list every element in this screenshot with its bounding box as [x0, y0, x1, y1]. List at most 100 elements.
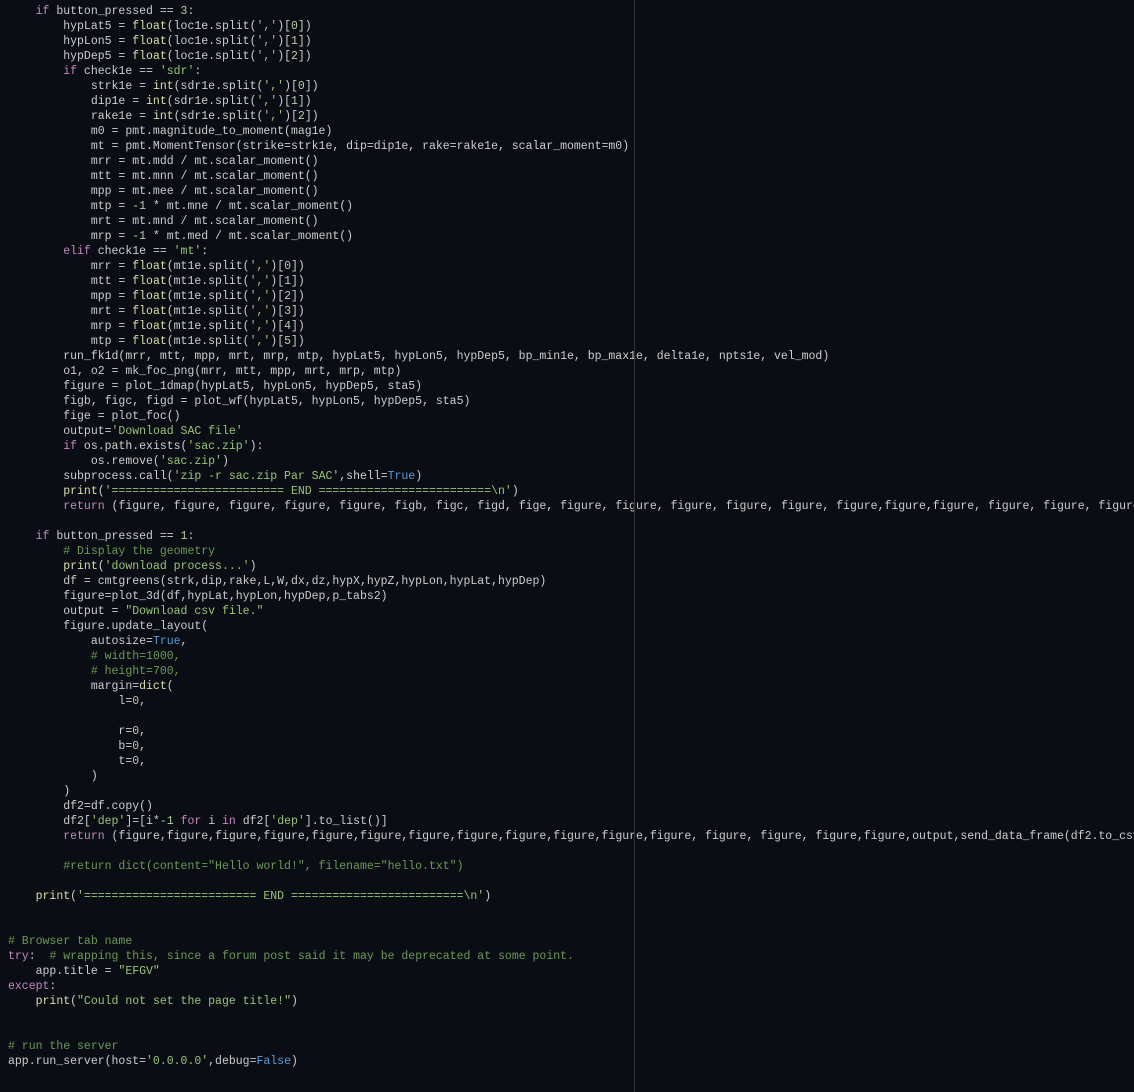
code-line[interactable]: mrr = mt.mdd / mt.scalar_moment() [8, 154, 1134, 169]
code-line[interactable]: mrr = float(mt1e.split(',')[0]) [8, 259, 1134, 274]
code-token: b= [8, 740, 132, 753]
code-line[interactable]: print('download process...') [8, 559, 1134, 574]
code-line[interactable]: mpp = float(mt1e.split(',')[2]) [8, 289, 1134, 304]
code-token: ',' [250, 275, 271, 288]
code-token: 'download process...' [105, 560, 250, 573]
code-line[interactable]: # Browser tab name [8, 934, 1134, 949]
code-token: # height=700, [91, 665, 181, 678]
code-line[interactable]: if check1e == 'sdr': [8, 64, 1134, 79]
code-line[interactable]: except: [8, 979, 1134, 994]
code-token: ]) [291, 335, 305, 348]
code-line[interactable]: if button_pressed == 3: [8, 4, 1134, 19]
code-token: ) [222, 455, 229, 468]
code-line[interactable]: hypLat5 = float(loc1e.split(',')[0]) [8, 19, 1134, 34]
code-line[interactable]: mt = pmt.MomentTensor(strike=strk1e, dip… [8, 139, 1134, 154]
code-token: ) [250, 560, 257, 573]
code-token: ( [70, 995, 77, 1008]
code-line[interactable]: figure.update_layout( [8, 619, 1134, 634]
code-line[interactable]: app.run_server(host='0.0.0.0',debug=Fals… [8, 1054, 1134, 1069]
code-line[interactable]: r=0, [8, 724, 1134, 739]
code-line[interactable]: os.remove('sac.zip') [8, 454, 1134, 469]
code-line[interactable]: hypLon5 = float(loc1e.split(',')[1]) [8, 34, 1134, 49]
code-line[interactable]: #return dict(content="Hello world!", fil… [8, 859, 1134, 874]
code-line[interactable] [8, 904, 1134, 919]
code-token: 'sdr' [160, 65, 195, 78]
code-line[interactable]: strk1e = int(sdr1e.split(',')[0]) [8, 79, 1134, 94]
code-line[interactable]: mtt = mt.mnn / mt.scalar_moment() [8, 169, 1134, 184]
code-line[interactable]: # run the server [8, 1039, 1134, 1054]
code-line[interactable]: figb, figc, figd = plot_wf(hypLat5, hypL… [8, 394, 1134, 409]
code-line[interactable]: mrt = float(mt1e.split(',')[3]) [8, 304, 1134, 319]
code-line[interactable]: # width=1000, [8, 649, 1134, 664]
panel-divider[interactable] [634, 0, 635, 1092]
code-line[interactable]: ) [8, 784, 1134, 799]
code-line[interactable]: run_fk1d(mrr, mtt, mpp, mrt, mrp, mtp, h… [8, 349, 1134, 364]
code-line[interactable]: df2['dep']=[i*-1 for i in df2['dep'].to_… [8, 814, 1134, 829]
code-token: mtp = [8, 335, 132, 348]
code-line[interactable] [8, 1009, 1134, 1024]
code-token: return [63, 500, 104, 513]
code-line[interactable] [8, 844, 1134, 859]
code-line[interactable]: mrp = float(mt1e.split(',')[4]) [8, 319, 1134, 334]
code-line[interactable]: app.title = "EFGV" [8, 964, 1134, 979]
code-line[interactable]: df2=df.copy() [8, 799, 1134, 814]
code-line[interactable] [8, 709, 1134, 724]
code-token: ( [98, 560, 105, 573]
code-token: app.run_server(host= [8, 1055, 146, 1068]
code-token: # Display the geometry [63, 545, 215, 558]
code-token: df2[ [8, 815, 91, 828]
code-line[interactable]: print('========================= END ===… [8, 889, 1134, 904]
code-line[interactable]: hypDep5 = float(loc1e.split(',')[2]) [8, 49, 1134, 64]
code-line[interactable]: mtp = float(mt1e.split(',')[5]) [8, 334, 1134, 349]
code-line[interactable]: output='Download SAC file' [8, 424, 1134, 439]
code-line[interactable]: mtt = float(mt1e.split(',')[1]) [8, 274, 1134, 289]
code-token: check1e == [91, 245, 174, 258]
code-token [8, 560, 63, 573]
code-line[interactable]: if button_pressed == 1: [8, 529, 1134, 544]
code-line[interactable]: rake1e = int(sdr1e.split(',')[2]) [8, 109, 1134, 124]
code-token: (mt1e.split( [167, 305, 250, 318]
code-token: )[ [277, 95, 291, 108]
code-line[interactable]: o1, o2 = mk_foc_png(mrr, mtt, mpp, mrt, … [8, 364, 1134, 379]
code-line[interactable]: b=0, [8, 739, 1134, 754]
code-token: button_pressed == [49, 530, 180, 543]
code-line[interactable]: # height=700, [8, 664, 1134, 679]
code-line[interactable]: print("Could not set the page title!") [8, 994, 1134, 1009]
code-token: ',' [263, 80, 284, 93]
code-line[interactable]: fige = plot_foc() [8, 409, 1134, 424]
code-line[interactable]: subprocess.call('zip -r sac.zip Par SAC'… [8, 469, 1134, 484]
code-token: 5 [284, 335, 291, 348]
code-line[interactable]: margin=dict( [8, 679, 1134, 694]
code-token: # width=1000, [91, 650, 181, 663]
code-line[interactable]: t=0, [8, 754, 1134, 769]
code-line[interactable]: mpp = mt.mee / mt.scalar_moment() [8, 184, 1134, 199]
code-line[interactable]: mrp = -1 * mt.med / mt.scalar_moment() [8, 229, 1134, 244]
code-line[interactable]: mtp = -1 * mt.mne / mt.scalar_moment() [8, 199, 1134, 214]
code-line[interactable]: output = "Download csv file." [8, 604, 1134, 619]
code-line[interactable] [8, 874, 1134, 889]
code-line[interactable]: figure=plot_3d(df,hypLat,hypLon,hypDep,p… [8, 589, 1134, 604]
code-line[interactable]: if os.path.exists('sac.zip'): [8, 439, 1134, 454]
code-line[interactable]: l=0, [8, 694, 1134, 709]
code-line[interactable]: elif check1e == 'mt': [8, 244, 1134, 259]
code-token: float [132, 35, 167, 48]
code-line[interactable]: mrt = mt.mnd / mt.scalar_moment() [8, 214, 1134, 229]
code-line[interactable]: df = cmtgreens(strk,dip,rake,L,W,dx,dz,h… [8, 574, 1134, 589]
code-line[interactable]: figure = plot_1dmap(hypLat5, hypLon5, hy… [8, 379, 1134, 394]
code-token: 1 [284, 275, 291, 288]
code-line[interactable]: return (figure, figure, figure, figure, … [8, 499, 1134, 514]
code-line[interactable]: dip1e = int(sdr1e.split(',')[1]) [8, 94, 1134, 109]
code-line[interactable]: try: # wrapping this, since a forum post… [8, 949, 1134, 964]
code-token: )[ [270, 260, 284, 273]
code-line[interactable] [8, 514, 1134, 529]
code-line[interactable]: m0 = pmt.magnitude_to_moment(mag1e) [8, 124, 1134, 139]
code-line[interactable] [8, 919, 1134, 934]
code-line[interactable]: return (figure,figure,figure,figure,figu… [8, 829, 1134, 844]
code-editor[interactable]: if button_pressed == 3: hypLat5 = float(… [0, 0, 1134, 1073]
code-line[interactable]: ) [8, 769, 1134, 784]
code-line[interactable]: print('========================= END ===… [8, 484, 1134, 499]
code-line[interactable]: # Display the geometry [8, 544, 1134, 559]
code-line[interactable] [8, 1024, 1134, 1039]
code-line[interactable]: autosize=True, [8, 634, 1134, 649]
code-token: mtt = [8, 275, 132, 288]
